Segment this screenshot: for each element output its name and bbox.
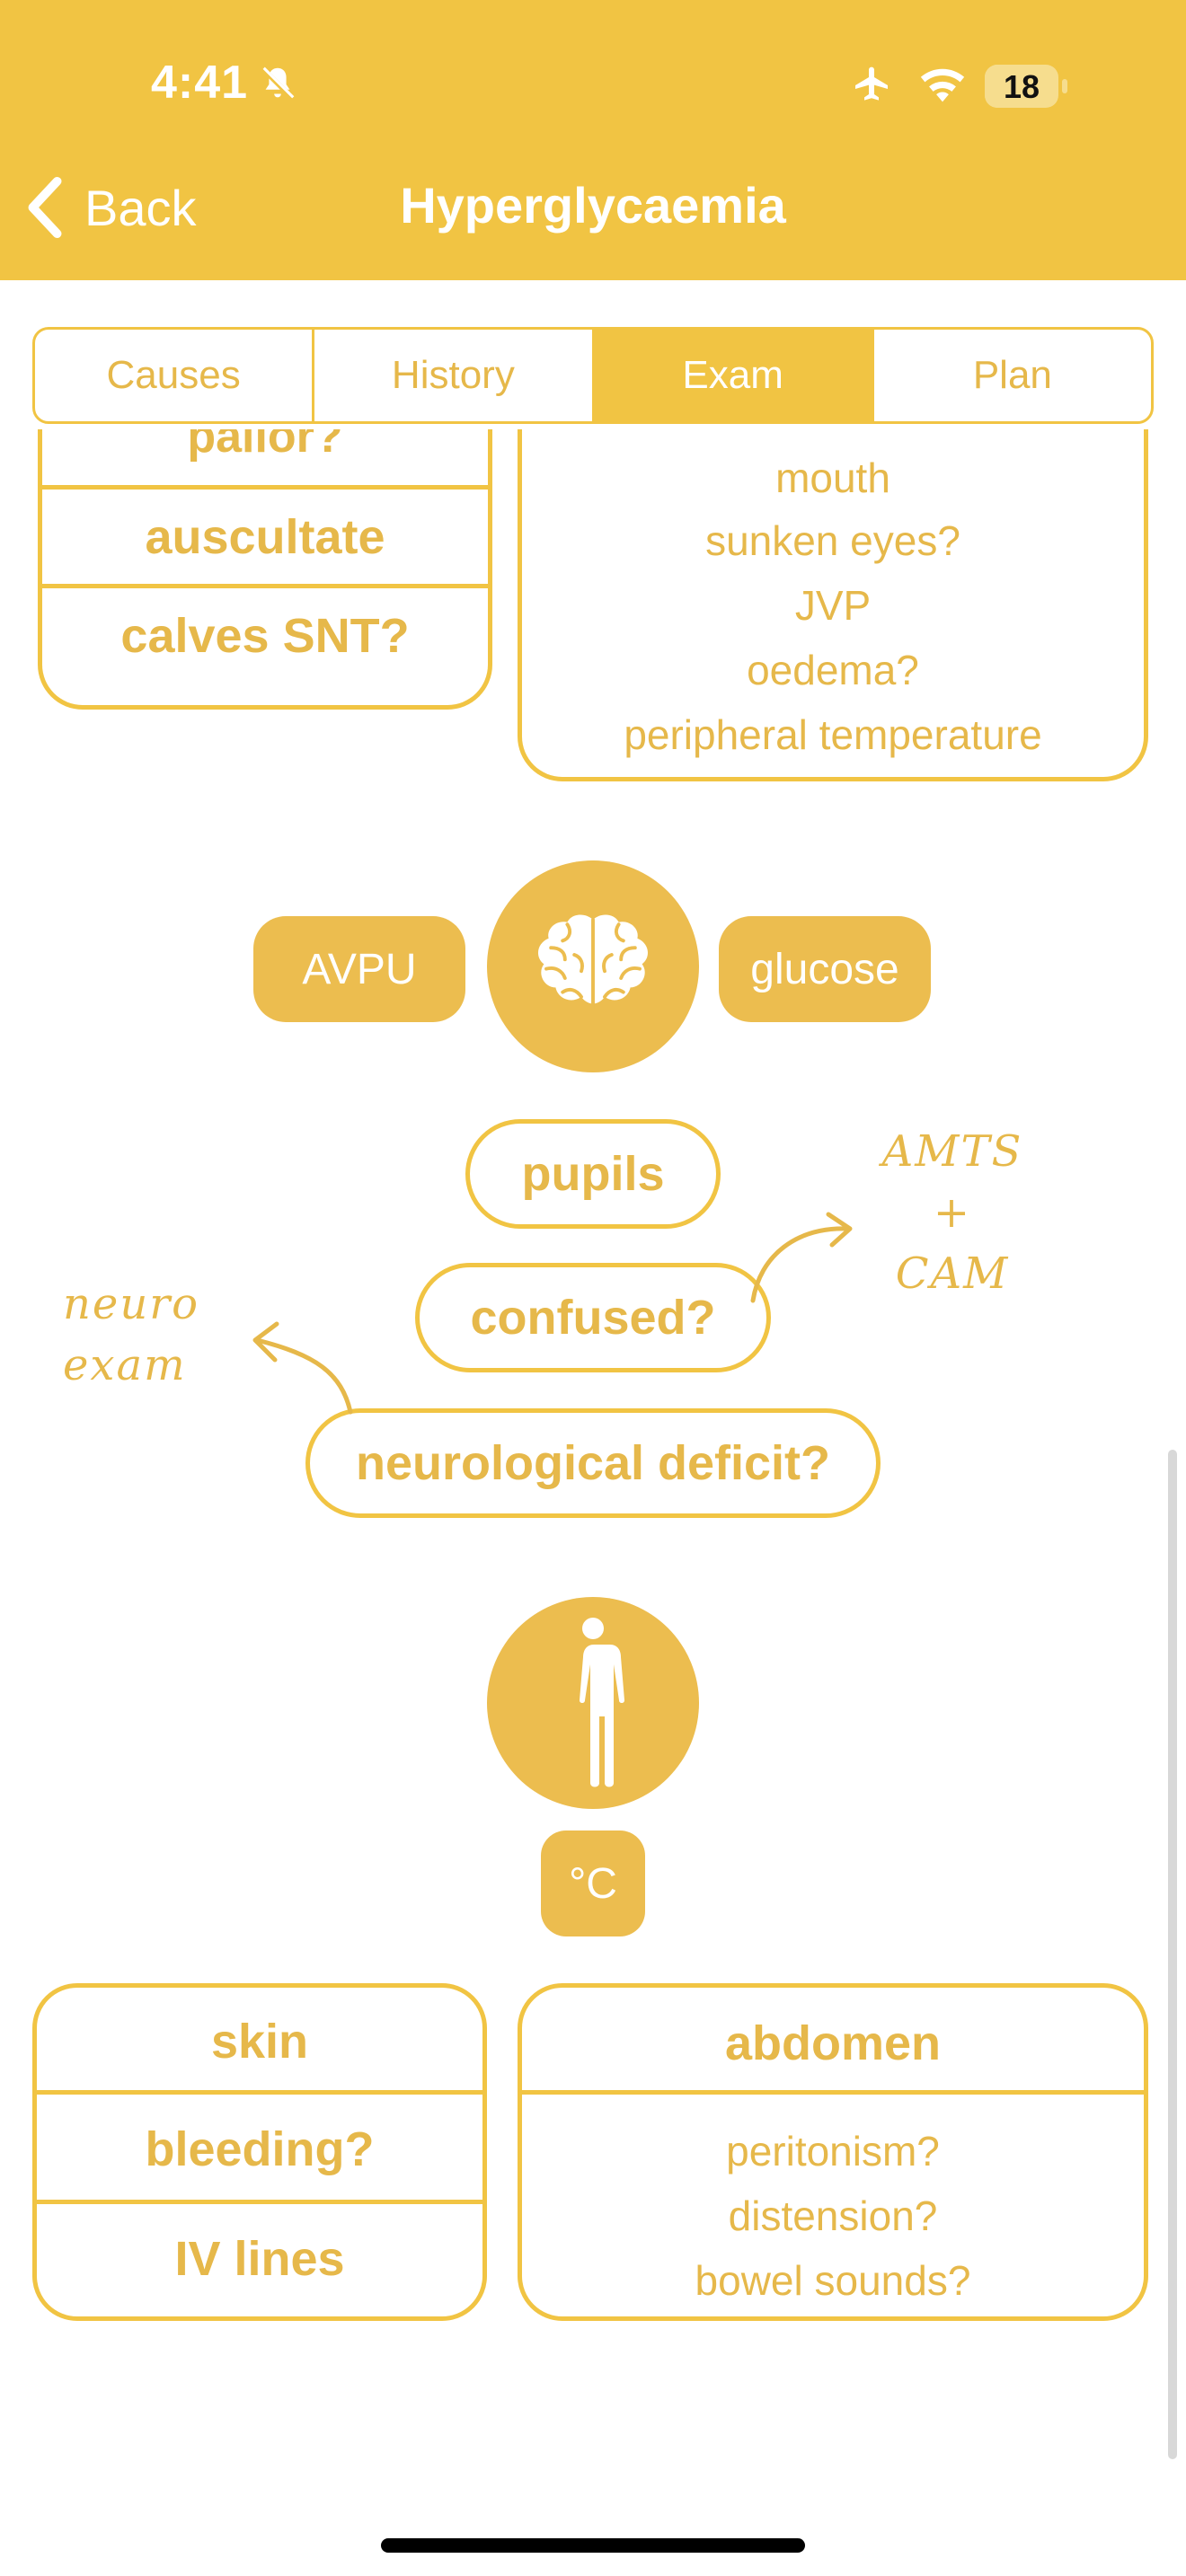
peritonism-item: peritonism? (726, 2128, 940, 2175)
tab-exam[interactable]: Exam (594, 330, 874, 421)
avpu-chip[interactable]: AVPU (253, 916, 465, 1022)
peripheral-temperature-item: peripheral temperature (624, 711, 1042, 758)
tab-plan[interactable]: Plan (874, 330, 1151, 421)
home-indicator[interactable] (381, 2538, 805, 2553)
confused-pill[interactable]: confused? (415, 1263, 771, 1372)
skin-item: skin (210, 2015, 309, 2069)
body-icon-circle (487, 1597, 699, 1809)
temperature-chip[interactable]: °C (541, 1831, 645, 1936)
divider (522, 2090, 1144, 2095)
back-label: Back (84, 179, 197, 236)
battery-level: 18 (1003, 68, 1040, 105)
brain-icon (537, 914, 649, 1010)
brain-icon-circle (487, 860, 699, 1072)
divider (42, 485, 488, 490)
bowel-sounds-item: bowel sounds? (695, 2257, 971, 2304)
status-time: 4:41 (151, 57, 249, 109)
sunken-eyes-item: sunken eyes? (705, 517, 960, 564)
tab-causes[interactable]: Causes (35, 330, 315, 421)
airplane-icon (855, 66, 888, 101)
auscultate-item: auscultate (145, 510, 385, 564)
neurological-deficit-pill[interactable]: neurological deficit? (305, 1408, 881, 1518)
abdomen-title: abdomen (724, 2016, 942, 2070)
exam-content[interactable]: pallor? auscultate calves SNT? mouth sun… (0, 429, 1186, 2576)
divider (37, 2200, 482, 2204)
pupils-pill[interactable]: pupils (465, 1119, 721, 1229)
neuro-text: neuro (63, 1279, 200, 1329)
iv-lines-item: IV lines (174, 2232, 345, 2286)
amts-cam-note: AMTS + CAM (863, 1121, 1042, 1304)
screen: 4:41 18 Hyperglycaemia Back Causes Histo… (0, 0, 1186, 2576)
divider (37, 2090, 482, 2095)
calves-item: calves SNT? (120, 609, 410, 663)
left-exam-box: pallor? auscultate calves SNT? (38, 429, 492, 710)
wifi-icon (920, 68, 965, 102)
plus-text: + (933, 1187, 972, 1238)
back-button[interactable]: Back (25, 176, 197, 239)
skin-box: skin bleeding? IV lines (32, 1983, 487, 2321)
jvp-item: JVP (794, 582, 872, 629)
amts-text: AMTS (881, 1126, 1023, 1177)
scrollbar[interactable] (1168, 1450, 1177, 2459)
cam-text: CAM (895, 1248, 1010, 1299)
chevron-left-icon (28, 176, 62, 239)
bleeding-item: bleeding? (145, 2122, 375, 2176)
battery-icon: 18 (985, 65, 1067, 108)
mouth-item: mouth (775, 454, 890, 501)
arrow-to-neuro-exam-icon (252, 1321, 353, 1415)
bell-slash-icon (260, 66, 296, 101)
abdomen-box: abdomen peritonism? distension? bowel so… (518, 1983, 1148, 2321)
tab-history[interactable]: History (314, 330, 595, 421)
glucose-chip[interactable]: glucose (719, 916, 931, 1022)
pallor-item: pallor? (187, 429, 343, 463)
section-tabs: Causes History Exam Plan (32, 327, 1154, 424)
right-exam-box: mouth sunken eyes? JVP oedema? periphera… (518, 429, 1148, 781)
oedema-item: oedema? (747, 647, 919, 693)
divider (42, 584, 488, 588)
neuro-exam-note: neuro exam (63, 1274, 243, 1396)
header: 4:41 18 Hyperglycaemia Back (0, 0, 1186, 280)
arrow-to-amts-icon (750, 1212, 853, 1303)
distension-item: distension? (728, 2192, 938, 2239)
human-body-icon (576, 1618, 624, 1787)
exam-text: exam (63, 1340, 187, 1390)
